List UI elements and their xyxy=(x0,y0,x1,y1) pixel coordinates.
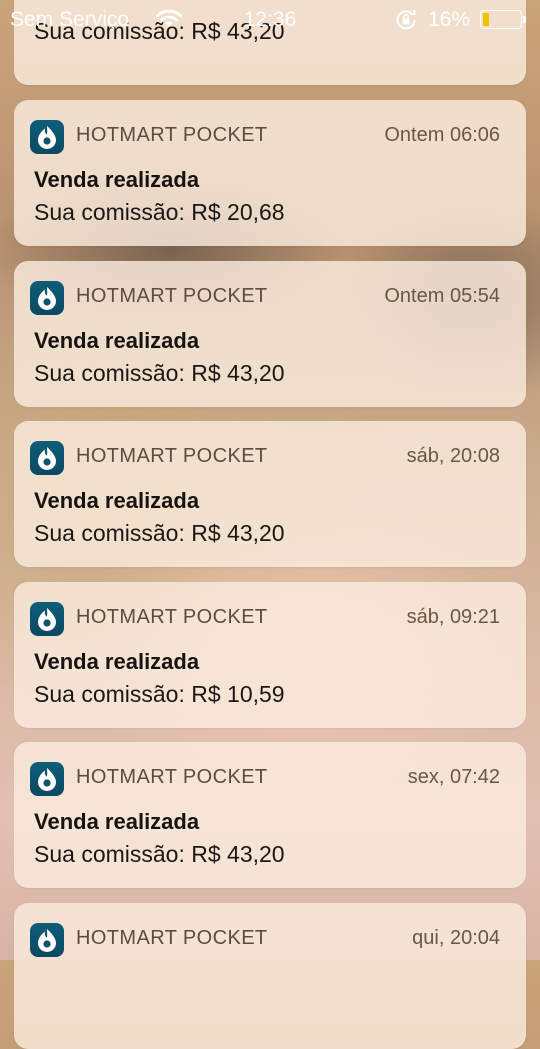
notification-card[interactable]: HOTMART POCKET Ontem 05:54 Venda realizada… xyxy=(14,261,526,407)
notification-header: HOTMART POCKET Ontem 06:06 xyxy=(30,118,500,154)
notification-body: Sua comissão: R$ 43,20 xyxy=(34,520,285,546)
app-name: HOTMART POCKET xyxy=(76,124,268,146)
status-bar: Sem Serviço 12:36 16% xyxy=(0,0,540,40)
notification-body: Sua comissão: R$ 10,59 xyxy=(34,681,285,707)
notification-card[interactable]: HOTMART POCKET qui, 20:04 xyxy=(14,903,526,1049)
app-name: HOTMART POCKET xyxy=(76,445,268,467)
notification-title: Venda realizada xyxy=(34,167,200,192)
notification-card[interactable]: HOTMART POCKET sex, 07:42 Venda realizada S… xyxy=(14,742,526,888)
notification-title: Venda realizada xyxy=(34,649,200,674)
notification-time: qui, 20:04 xyxy=(412,927,500,949)
notification-header: HOTMART POCKET sáb, 09:21 xyxy=(30,600,500,636)
notification-header: HOTMART POCKET sáb, 20:08 xyxy=(30,439,500,475)
app-name: HOTMART POCKET xyxy=(76,766,268,788)
battery-nub xyxy=(523,16,526,23)
notification-body: Sua comissão: R$ 43,20 xyxy=(34,360,285,386)
battery-fill xyxy=(483,13,489,26)
battery-icon xyxy=(480,10,526,29)
notification-card[interactable]: HOTMART POCKET sáb, 09:21 Venda realizada S… xyxy=(14,582,526,728)
notification-body: Sua comissão: R$ 43,20 xyxy=(34,841,285,867)
notification-title: Venda realizada xyxy=(34,328,200,353)
hotmart-app-icon xyxy=(30,923,64,957)
hotmart-app-icon xyxy=(30,762,64,796)
notification-header: HOTMART POCKET qui, 20:04 xyxy=(30,921,500,957)
notification-header: HOTMART POCKET Ontem 05:54 xyxy=(30,279,500,315)
battery-percent: 16% xyxy=(428,8,471,31)
notification-time: sex, 07:42 xyxy=(407,766,500,788)
notification-body: Sua comissão: R$ 20,68 xyxy=(34,199,285,225)
notification-header: HOTMART POCKET sex, 07:42 xyxy=(30,760,500,796)
notification-time: Ontem 06:06 xyxy=(384,124,500,146)
app-name: HOTMART POCKET xyxy=(76,606,268,628)
notification-title: Venda realizada xyxy=(34,488,200,513)
hotmart-app-icon xyxy=(30,120,64,154)
notification-card[interactable]: HOTMART POCKET sáb, 20:08 Venda realizada S… xyxy=(14,421,526,567)
hotmart-app-icon xyxy=(30,441,64,475)
notification-title: Venda realizada xyxy=(34,809,200,834)
notification-card[interactable]: HOTMART POCKET Ontem 06:06 Venda realizada… xyxy=(14,100,526,246)
app-name: HOTMART POCKET xyxy=(76,927,268,949)
notification-time: sáb, 20:08 xyxy=(406,445,500,467)
notification-time: Ontem 05:54 xyxy=(384,285,500,307)
hotmart-app-icon xyxy=(30,281,64,315)
notification-time: sáb, 09:21 xyxy=(406,606,500,628)
hotmart-app-icon xyxy=(30,602,64,636)
rotation-lock-icon xyxy=(395,9,417,37)
app-name: HOTMART POCKET xyxy=(76,285,268,307)
